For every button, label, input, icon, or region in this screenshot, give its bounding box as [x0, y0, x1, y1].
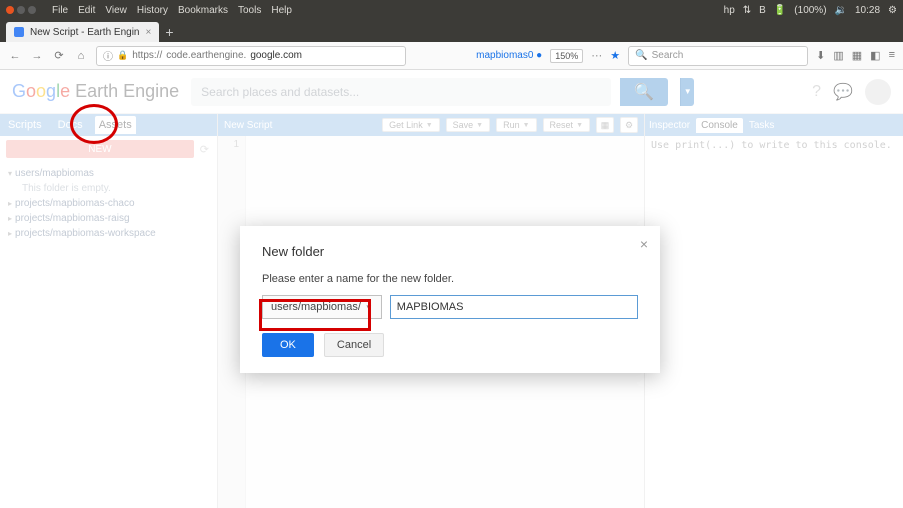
new-folder-modal: × New folder Please enter a name for the… [240, 226, 660, 373]
os-menu-history[interactable]: History [137, 5, 168, 16]
os-menu-bar: File Edit View History Bookmarks Tools H… [0, 0, 903, 20]
tab-tasks[interactable]: Tasks [749, 120, 775, 131]
tab-title: New Script - Earth Engin [30, 27, 140, 38]
window-controls [6, 6, 36, 14]
url-host: code.earthengine. [166, 50, 246, 61]
os-menu-tools[interactable]: Tools [238, 5, 261, 16]
info-icon[interactable]: ⓘ [103, 48, 113, 63]
left-tabs: Scripts Docs Assets [0, 114, 217, 136]
help-icon[interactable]: ? [812, 83, 821, 101]
feedback-icon[interactable]: 💬 [833, 82, 853, 102]
tree-empty-hint: This folder is empty. [8, 181, 209, 196]
folder-path-select[interactable]: users/mapbiomas/ ▼ [262, 295, 382, 319]
reader-icon[interactable]: ⋯ [591, 49, 602, 62]
refresh-icon[interactable]: ⟳ [200, 143, 209, 156]
tab-docs[interactable]: Docs [54, 119, 87, 131]
page: Google Earth Engine Search places and da… [0, 70, 903, 508]
ok-button[interactable]: OK [262, 333, 314, 357]
browser-search[interactable]: 🔍 Search [628, 46, 808, 66]
apps-grid-icon[interactable]: ▦ [852, 49, 862, 62]
gee-search-dropdown[interactable]: ▼ [680, 78, 694, 106]
os-menu-edit[interactable]: Edit [78, 5, 95, 16]
os-menu-bookmarks[interactable]: Bookmarks [178, 5, 228, 16]
hp-icon: hp [724, 5, 735, 16]
new-tab-button[interactable]: + [165, 24, 173, 40]
browser-tab[interactable]: New Script - Earth Engin × [6, 22, 159, 42]
new-asset-button[interactable]: NEW [6, 140, 194, 158]
window-maximize-icon[interactable] [28, 6, 36, 14]
tree-row-workspace[interactable]: ▸projects/mapbiomas-workspace [8, 226, 209, 241]
cancel-button[interactable]: Cancel [324, 333, 384, 357]
console-hint: Use print(...) to write to this console. [645, 136, 903, 155]
search-icon: 🔍 [634, 82, 654, 102]
sidebar-icon[interactable]: ◧ [870, 49, 880, 62]
modal-title: New folder [262, 244, 638, 259]
tab-console[interactable]: Console [696, 118, 743, 133]
network-icon[interactable]: ⇅ [743, 5, 751, 16]
modal-close-icon[interactable]: × [640, 236, 648, 252]
download-icon[interactable]: ⬇ [816, 49, 825, 62]
gee-logo: Google Earth Engine [12, 81, 179, 102]
url-domain: google.com [250, 50, 302, 61]
os-menu-file[interactable]: File [52, 5, 68, 16]
chevron-down-icon: ▼ [365, 303, 373, 312]
nav-home-icon[interactable]: ⌂ [74, 50, 88, 62]
asset-tree: ▾users/mapbiomas This folder is empty. ▸… [0, 162, 217, 245]
bluetooth-icon[interactable]: B [759, 5, 766, 16]
modal-prompt: Please enter a name for the new folder. [262, 273, 638, 285]
tab-assets[interactable]: Assets [95, 116, 136, 134]
run-button[interactable]: Run▼ [496, 118, 536, 132]
gee-search-input[interactable]: Search places and datasets... [191, 78, 611, 106]
library-icon[interactable]: ▥ [833, 49, 843, 62]
os-menu-help[interactable]: Help [271, 5, 292, 16]
search-icon: 🔍 [635, 50, 647, 61]
window-minimize-icon[interactable] [17, 6, 25, 14]
battery-icon: 🔋 [774, 5, 786, 16]
volume-icon[interactable]: 🔉 [835, 5, 847, 16]
tab-scripts[interactable]: Scripts [4, 119, 46, 131]
window-close-icon[interactable] [6, 6, 14, 14]
nav-forward-icon[interactable]: → [30, 50, 44, 62]
bookmark-star-icon[interactable]: ★ [610, 49, 620, 62]
right-panel: Inspector Console Tasks Use print(...) t… [645, 114, 903, 508]
profile-badge[interactable]: mapbiomas0 ● [476, 50, 542, 61]
battery-pct: (100%) [794, 5, 826, 16]
zoom-level[interactable]: 150% [550, 49, 583, 63]
tree-row-users[interactable]: ▾users/mapbiomas [8, 166, 209, 181]
tree-row-chaco[interactable]: ▸projects/mapbiomas-chaco [8, 196, 209, 211]
nav-reload-icon[interactable]: ⟳ [52, 49, 66, 62]
gee-search-button[interactable]: 🔍 [620, 78, 668, 106]
browser-tab-strip: New Script - Earth Engin × + [0, 20, 903, 42]
avatar[interactable] [865, 79, 891, 105]
tab-close-icon[interactable]: × [146, 27, 152, 38]
reset-button[interactable]: Reset▼ [543, 118, 590, 132]
tab-inspector[interactable]: Inspector [649, 120, 690, 131]
gee-search-placeholder: Search places and datasets... [201, 85, 359, 99]
get-link-button[interactable]: Get Link▼ [382, 118, 439, 132]
lock-icon: 🔒 [117, 50, 128, 61]
settings-gear-icon[interactable]: ⚙ [888, 5, 897, 16]
clock: 10:28 [855, 5, 880, 16]
folder-path-value: users/mapbiomas/ [271, 301, 361, 313]
tree-row-raisg[interactable]: ▸projects/mapbiomas-raisg [8, 211, 209, 226]
apps-icon[interactable]: ▦ [596, 117, 614, 133]
right-tabs: Inspector Console Tasks [645, 114, 903, 136]
script-title: New Script [224, 120, 376, 131]
editor-toolbar: New Script Get Link▼ Save▼ Run▼ Reset▼ ▦… [218, 114, 644, 136]
browser-menu-icon[interactable]: ≡ [889, 49, 895, 62]
left-panel: Scripts Docs Assets NEW ⟳ ▾users/mapbiom… [0, 114, 218, 508]
save-button[interactable]: Save▼ [446, 118, 490, 132]
tab-favicon [14, 27, 24, 37]
browser-toolbar: ← → ⟳ ⌂ ⓘ 🔒 https:// code.earthengine. goo… [0, 42, 903, 70]
gear-icon[interactable]: ⚙ [620, 117, 638, 133]
folder-name-input[interactable] [390, 295, 638, 319]
os-menu-view[interactable]: View [105, 5, 127, 16]
url-bar[interactable]: ⓘ 🔒 https:// code.earthengine. google.com [96, 46, 406, 66]
search-placeholder: Search [652, 50, 684, 61]
nav-back-icon[interactable]: ← [8, 50, 22, 62]
gee-header: Google Earth Engine Search places and da… [0, 70, 903, 114]
url-prefix: https:// [132, 50, 162, 61]
